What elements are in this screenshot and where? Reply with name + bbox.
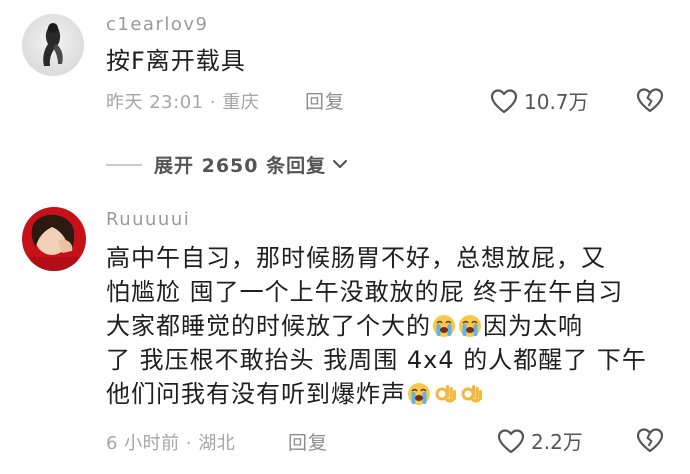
heart-outline-icon [497,428,525,454]
avatar-image [22,207,86,271]
comment-meta: 昨天 23:01 · 重庆 [106,88,259,114]
avatar[interactable] [22,207,86,271]
comment-username[interactable]: c1earlov9 [106,14,208,35]
comment-time: 6 小时前 [106,433,180,454]
like-count: 10.7万 [524,90,589,114]
comment-time: 昨天 23:01 [106,92,204,113]
avatar-image [22,14,84,76]
broken-heart-icon [636,87,664,113]
comment-text: 按F离开载具 [106,47,246,75]
like-button[interactable]: 10.7万 [490,86,589,115]
like-count: 2.2万 [531,430,583,454]
comment-text: 高中午自习，那时候肠胃不好，总想放屁，又 怕尴尬 囤了一个上午没敢放的屁 终于在… [106,241,666,411]
comment-list: c1earlov9 按F离开载具 昨天 23:01 · 重庆 回复 10.7万 … [0,0,690,474]
ok-hand-icon [433,381,457,405]
meta-separator: · [209,92,217,113]
comment-username[interactable]: Ruuuuui [106,209,190,230]
broken-heart-icon [636,427,664,453]
divider [106,163,142,166]
avatar[interactable] [22,14,84,76]
loudly-crying-face-icon [432,313,456,337]
comment-line: 了 我压根不敢抬头 我周围 4x4 的人都醒了 下午 [106,346,647,374]
comment-location: 湖北 [198,433,236,454]
dislike-button[interactable] [636,87,664,113]
expand-replies-button[interactable]: 展开 2650 条回复 [106,151,348,178]
comment-location: 重庆 [222,92,260,113]
loudly-crying-face-icon [407,381,431,405]
comment-line: 高中午自习，那时候肠胃不好，总想放屁，又 [106,244,606,272]
comment-line: 大家都睡觉的时候放了个大的 因为太响 [106,312,583,340]
meta-separator: · [185,433,193,454]
ok-hand-icon [459,381,483,405]
comment-line: 怕尴尬 囤了一个上午没敢放的屁 终于在午自习 [106,278,624,306]
chevron-down-icon [332,155,348,174]
comment-line: 他们问我有没有听到爆炸声 [106,377,666,411]
loudly-crying-face-icon [458,313,482,337]
expand-replies-label: 展开 2650 条回复 [154,155,327,177]
like-button[interactable]: 2.2万 [497,426,583,455]
reply-button[interactable]: 回复 [288,428,328,455]
heart-outline-icon [490,88,518,114]
comment-meta: 6 小时前 · 湖北 [106,429,235,455]
reply-button[interactable]: 回复 [305,87,345,114]
dislike-button[interactable] [636,427,664,453]
